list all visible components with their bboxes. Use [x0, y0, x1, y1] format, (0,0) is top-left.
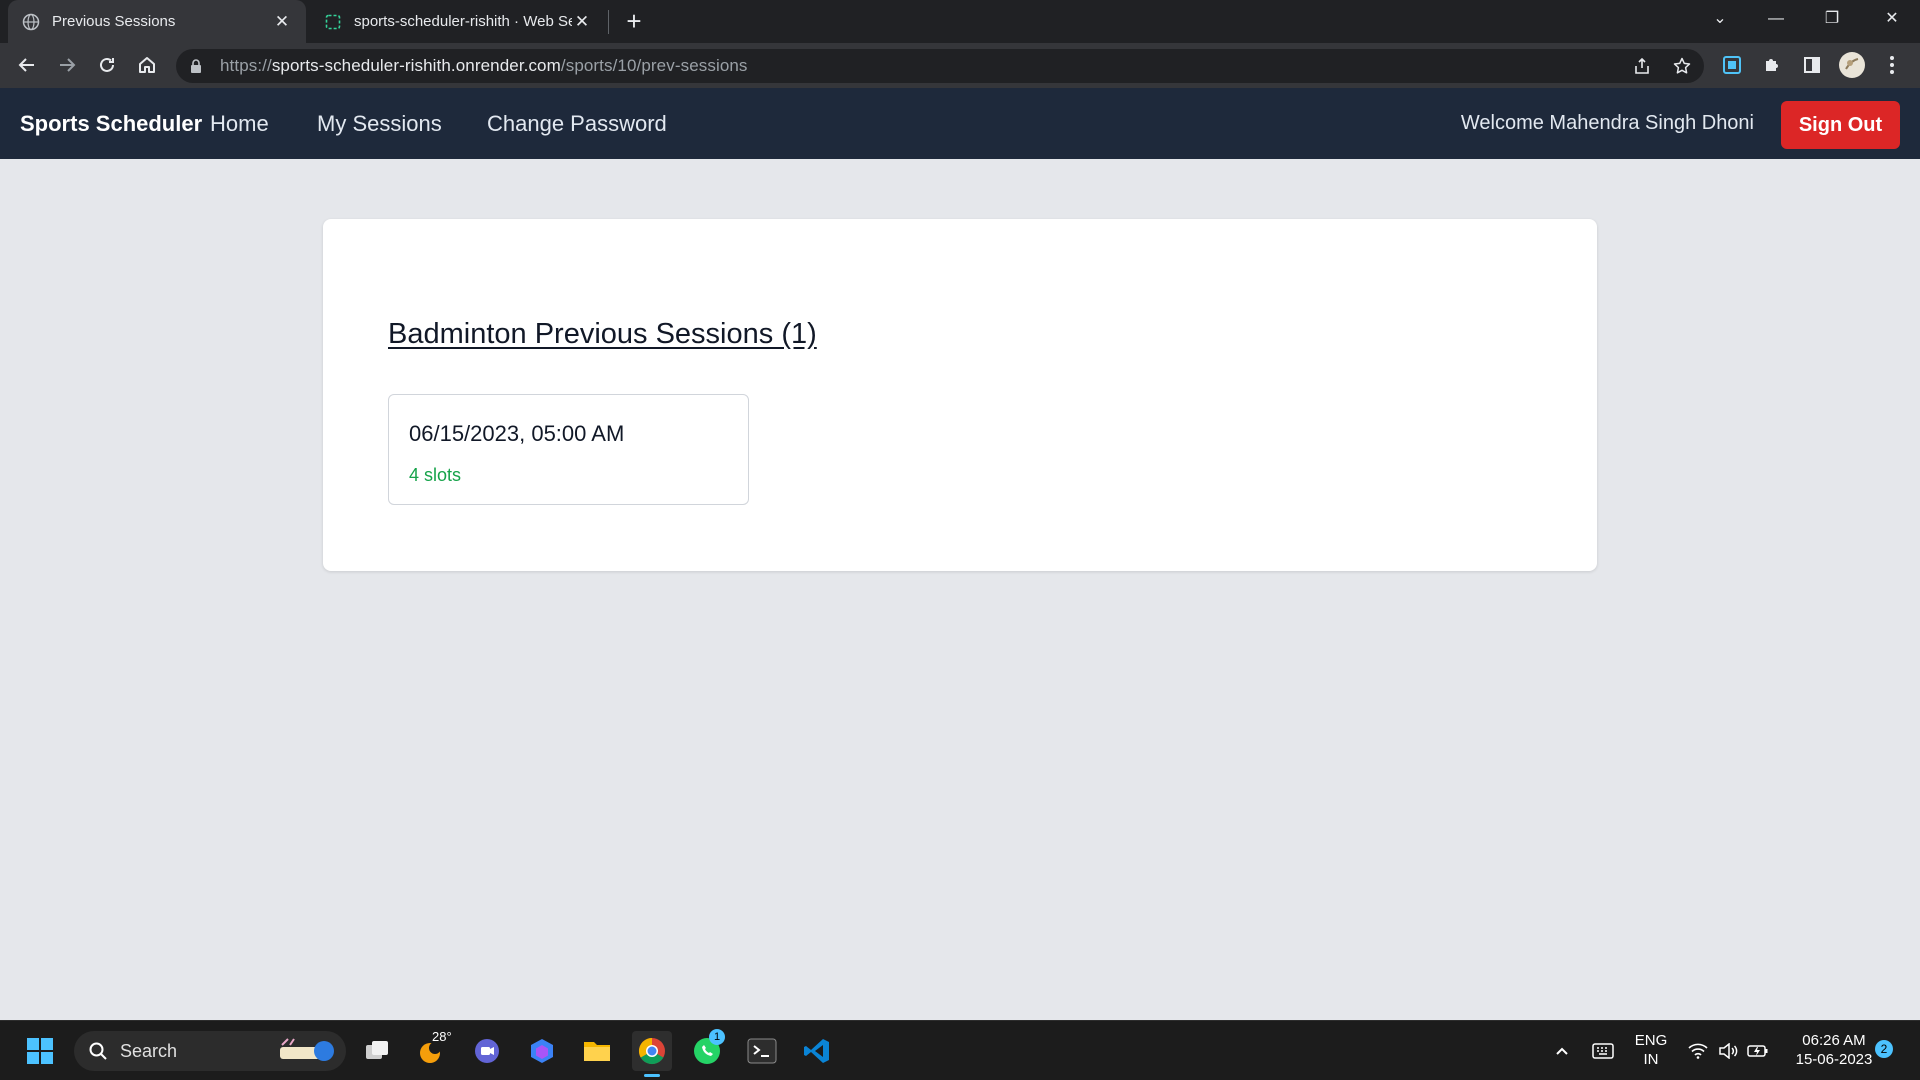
tab-title: Previous Sessions	[52, 13, 176, 30]
weather-widget-icon[interactable]: 28°	[412, 1029, 452, 1071]
render-dashboard-icon	[324, 13, 342, 31]
session-card[interactable]: 06/15/2023, 05:00 AM 4 slots	[388, 394, 749, 505]
new-tab-button[interactable]: +	[620, 8, 648, 36]
tab-search-chevron-icon[interactable]: ⌄	[1692, 0, 1748, 40]
browser-tabstrip: Previous Sessions ✕ sports-scheduler-ris…	[0, 0, 1920, 43]
battery-charging-icon[interactable]	[1744, 1021, 1772, 1080]
bookmark-star-icon[interactable]	[1666, 49, 1698, 83]
task-view-icon[interactable]	[357, 1031, 397, 1071]
share-icon[interactable]	[1626, 49, 1658, 83]
url-scheme: https://	[220, 56, 272, 75]
close-window-button[interactable]: ✕	[1864, 0, 1920, 40]
clock[interactable]: 06:26 AM 15-06-2023	[1784, 1031, 1884, 1069]
search-icon	[89, 1042, 107, 1060]
globe-icon	[22, 13, 40, 31]
tab-separator	[608, 10, 609, 34]
windows-start-icon[interactable]	[20, 1031, 60, 1071]
nav-change-password-link[interactable]: Change Password	[487, 88, 667, 159]
screen-capture-extension-icon[interactable]	[1716, 49, 1748, 81]
session-slots: 4 slots	[409, 465, 462, 485]
wifi-icon[interactable]	[1684, 1021, 1712, 1080]
restore-button[interactable]: ❐	[1804, 0, 1860, 40]
active-indicator	[644, 1074, 660, 1077]
keyboard-icon[interactable]	[1588, 1021, 1618, 1080]
file-explorer-icon[interactable]	[577, 1031, 617, 1071]
app-navbar: Sports Scheduler Home My Sessions Change…	[0, 88, 1920, 159]
url-path: /sports/10/prev-sessions	[560, 56, 748, 75]
minimize-button[interactable]: —	[1748, 0, 1804, 40]
clock-time: 06:26 AM	[1802, 1032, 1866, 1049]
whatsapp-icon[interactable]: 1	[687, 1029, 727, 1071]
forward-arrow-icon[interactable]	[51, 49, 83, 81]
whatsapp-badge: 1	[709, 1029, 725, 1045]
chrome-taskbar-icon[interactable]	[632, 1031, 672, 1077]
url-text: https://sports-scheduler-rishith.onrende…	[220, 56, 748, 76]
search-label: Search	[120, 1040, 178, 1061]
close-tab-icon[interactable]: ✕	[572, 12, 592, 32]
url-host: sports-scheduler-rishith.onrender.com	[271, 56, 561, 75]
language-line-1: ENG	[1634, 1032, 1668, 1049]
lock-icon[interactable]	[190, 58, 206, 74]
terminal-icon[interactable]	[742, 1031, 782, 1071]
tab-render-dashboard[interactable]: sports-scheduler-rishith · Web Se ✕	[310, 0, 606, 43]
windows-taskbar: Search 28° 1 ENG IN 06:26 AM 15-06-2023	[0, 1020, 1920, 1080]
nav-home-link[interactable]: Home	[210, 88, 269, 159]
taskbar-search-box[interactable]: Search	[74, 1031, 346, 1071]
profile-avatar[interactable]	[1836, 49, 1868, 81]
weather-temp: 28°	[432, 1029, 452, 1044]
sessions-card: Badminton Previous Sessions (1) 06/15/20…	[323, 219, 1597, 571]
browser-toolbar: https://sports-scheduler-rishith.onrende…	[0, 43, 1920, 88]
notification-count-badge[interactable]: 2	[1875, 1040, 1893, 1058]
vscode-icon[interactable]	[797, 1031, 837, 1071]
tab-title: sports-scheduler-rishith · Web Se	[354, 13, 572, 30]
chrome-menu-icon[interactable]	[1876, 49, 1908, 81]
nav-my-sessions-link[interactable]: My Sessions	[317, 88, 442, 159]
close-tab-icon[interactable]: ✕	[272, 12, 292, 32]
home-icon[interactable]	[131, 49, 163, 81]
show-hidden-icons-chevron-icon[interactable]	[1548, 1021, 1576, 1080]
clock-date: 15-06-2023	[1795, 1051, 1873, 1068]
reload-icon[interactable]	[91, 49, 123, 81]
sign-out-button[interactable]: Sign Out	[1781, 101, 1900, 149]
tab-previous-sessions[interactable]: Previous Sessions ✕	[8, 0, 306, 43]
extensions-puzzle-icon[interactable]	[1756, 49, 1788, 81]
copilot-icon[interactable]	[522, 1031, 562, 1071]
side-panel-icon[interactable]	[1796, 49, 1828, 81]
language-indicator[interactable]: ENG IN	[1628, 1031, 1674, 1069]
back-arrow-icon[interactable]	[11, 49, 43, 81]
brand-title[interactable]: Sports Scheduler	[20, 88, 202, 159]
session-datetime: 06/15/2023, 05:00 AM	[409, 421, 625, 446]
teams-chat-icon[interactable]	[467, 1031, 507, 1071]
language-line-2: IN	[1643, 1051, 1659, 1068]
welcome-text: Welcome Mahendra Singh Dhoni	[1460, 112, 1754, 134]
volume-icon[interactable]	[1714, 1021, 1742, 1080]
address-bar[interactable]: https://sports-scheduler-rishith.onrende…	[176, 49, 1704, 83]
search-highlight-icon	[280, 1038, 334, 1061]
page-title: Badminton Previous Sessions (1)	[388, 318, 817, 350]
